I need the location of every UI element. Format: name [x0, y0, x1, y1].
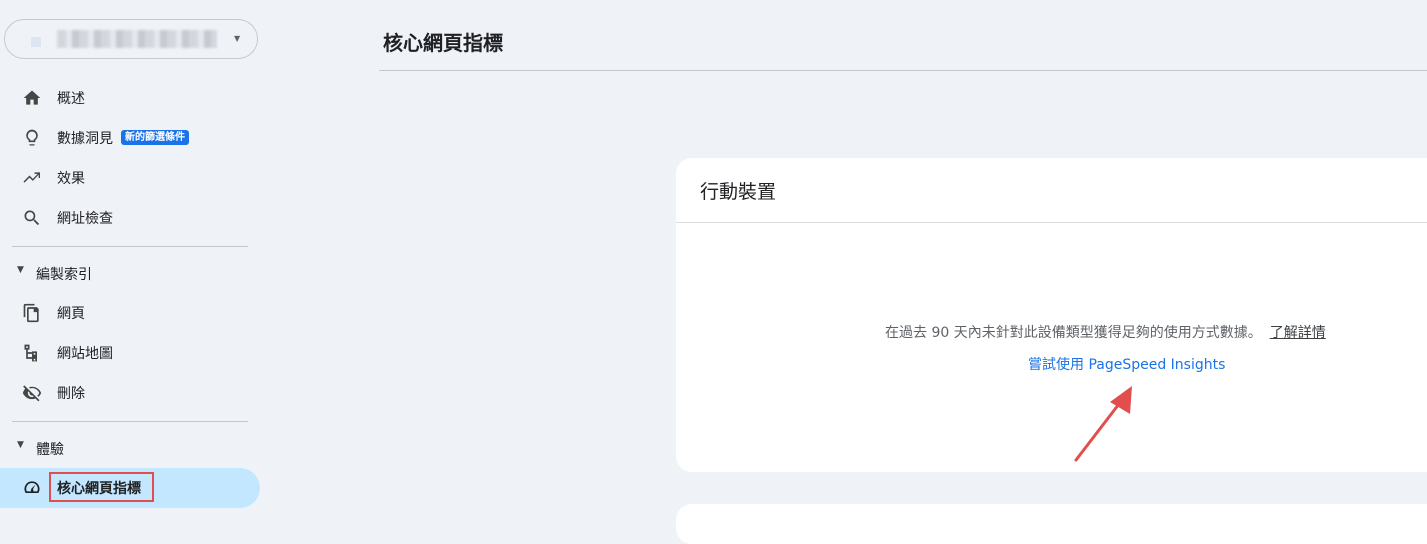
- sidebar-item-performance[interactable]: 效果: [0, 158, 260, 198]
- sidebar-item-label: 網址檢查: [57, 211, 113, 227]
- sidebar-divider: [12, 246, 248, 247]
- card-divider: [676, 222, 1427, 223]
- search-icon: [22, 208, 42, 228]
- sidebar-item-sitemaps[interactable]: 網站地圖: [0, 333, 260, 373]
- property-favicon: [31, 37, 41, 47]
- property-name-redacted: [57, 30, 217, 48]
- sitemap-icon: [22, 343, 42, 363]
- home-icon: [22, 88, 42, 108]
- sidebar-item-pages[interactable]: 網頁: [0, 293, 260, 333]
- sidebar-item-label: 數據洞見: [57, 131, 113, 147]
- lightbulb-icon: [22, 128, 42, 148]
- learn-more-link[interactable]: 了解詳情: [1270, 325, 1326, 341]
- eye-off-icon: [22, 383, 42, 403]
- message-text: 在過去 90 天內未針對此設備類型獲得足夠的使用方式數據。: [885, 325, 1262, 341]
- speed-gauge-icon: [22, 478, 42, 498]
- section-label: 體驗: [36, 442, 64, 458]
- section-toggle-experience[interactable]: ▼ 體驗: [0, 428, 260, 468]
- property-selector[interactable]: ▼: [4, 19, 258, 59]
- sidebar-item-label: 效果: [57, 171, 85, 187]
- sidebar-item-label: 網頁: [57, 306, 85, 322]
- caret-down-icon: ▼: [234, 34, 241, 43]
- trending-up-icon: [22, 168, 42, 188]
- sidebar-item-insights[interactable]: 數據洞見 新的篩選條件: [0, 118, 260, 158]
- section-toggle-indexing[interactable]: ▼ 編製索引: [0, 253, 260, 293]
- sidebar-item-removals[interactable]: 刪除: [0, 373, 260, 413]
- header-divider: [379, 70, 1427, 71]
- pages-icon: [22, 303, 42, 323]
- card-title: 行動裝置: [700, 181, 777, 203]
- sidebar-item-label: 概述: [57, 91, 85, 107]
- sidebar-item-label: 網站地圖: [57, 346, 113, 362]
- new-filter-badge: 新的篩選條件: [121, 130, 189, 145]
- sidebar-item-overview[interactable]: 概述: [0, 78, 260, 118]
- highlight-annotation-box: [49, 472, 154, 502]
- desktop-card: [676, 504, 1427, 544]
- section-label: 編製索引: [36, 267, 92, 283]
- sidebar-divider: [12, 421, 248, 422]
- red-arrow-annotation: [1074, 386, 1132, 462]
- page-title: 核心網頁指標: [383, 31, 503, 55]
- sidebar: ▼ 概述 數據洞見 新的篩選條件 效果 網址檢查 ▼ 編製索引 網頁 網站地圖 …: [0, 0, 268, 514]
- caret-down-icon: ▼: [17, 265, 24, 275]
- insufficient-data-message: 在過去 90 天內未針對此設備類型獲得足夠的使用方式數據。 了解詳情: [885, 322, 1326, 342]
- caret-down-icon: ▼: [17, 440, 24, 450]
- sidebar-item-label: 刪除: [57, 386, 85, 402]
- mobile-card: 行動裝置 在過去 90 天內未針對此設備類型獲得足夠的使用方式數據。 了解詳情 嘗…: [676, 158, 1427, 472]
- pagespeed-insights-link[interactable]: 嘗試使用 PageSpeed Insights: [1028, 354, 1225, 374]
- sidebar-item-url-inspection[interactable]: 網址檢查: [0, 198, 260, 238]
